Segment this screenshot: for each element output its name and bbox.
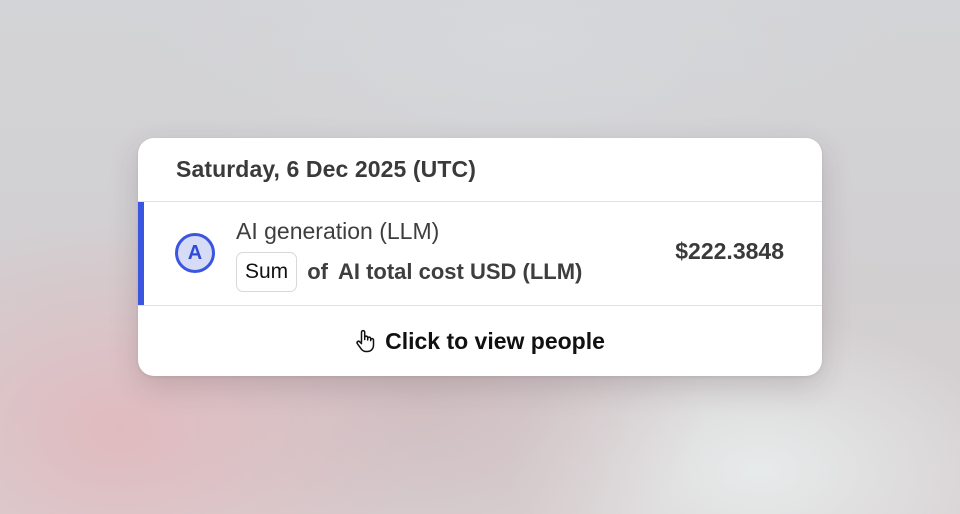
series-details: AI generation (LLM) Sum of AI total cost… [236, 216, 582, 292]
series-value: $222.3848 [675, 238, 784, 264]
tooltip-header: Saturday, 6 Dec 2025 (UTC) [138, 138, 822, 202]
math-of-label: of [307, 259, 328, 284]
series-event-name: AI generation (LLM) [236, 218, 440, 244]
series-row: A AI generation (LLM) Sum of AI total co… [138, 202, 822, 306]
tooltip-date: Saturday, 6 Dec 2025 (UTC) [176, 156, 477, 182]
math-property-label: AI total cost USD (LLM) [337, 259, 583, 284]
series-color-bar [138, 202, 144, 305]
insight-tooltip: Saturday, 6 Dec 2025 (UTC) A AI generati… [138, 138, 822, 376]
hand-pointer-icon [355, 329, 375, 353]
view-people-label: Click to view people [385, 327, 605, 354]
series-math-line: Sum of AI total cost USD (LLM) [236, 252, 582, 292]
view-people-button[interactable]: Click to view people [138, 306, 822, 376]
math-type-chip: Sum [236, 252, 298, 292]
series-letter-badge: A [175, 233, 215, 273]
